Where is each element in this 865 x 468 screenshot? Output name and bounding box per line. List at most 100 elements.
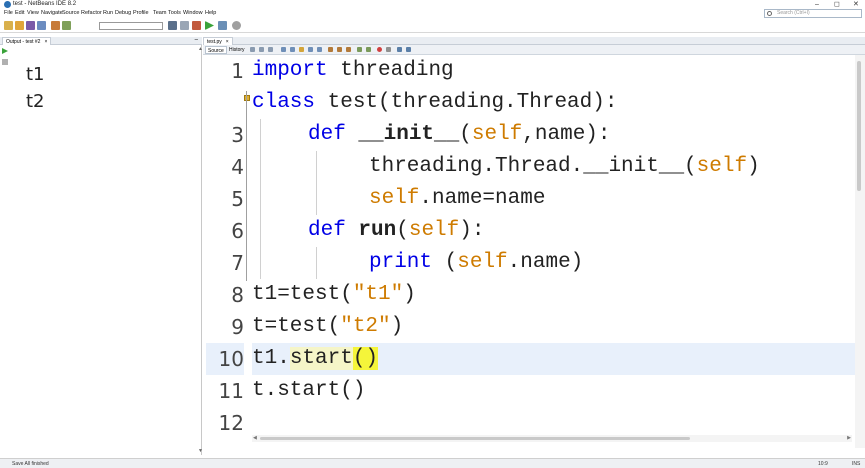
open-project-icon[interactable] (26, 21, 35, 30)
menu-bar: File Edit View Navigate Source Refactor … (0, 9, 865, 18)
comment-icon[interactable] (397, 47, 402, 52)
new-project-icon[interactable] (4, 21, 13, 30)
menu-team[interactable]: Team (153, 9, 166, 18)
minimize-panel-button[interactable]: – (195, 37, 198, 44)
maximize-button[interactable]: ◻ (834, 0, 840, 9)
back-icon[interactable] (259, 47, 264, 52)
run-icon[interactable] (205, 21, 214, 30)
scroll-thumb[interactable] (857, 61, 861, 191)
token-self: self (408, 219, 460, 242)
menu-source[interactable]: Source (62, 9, 79, 18)
rerun-icon[interactable] (2, 48, 8, 54)
code-line-4: threading.Thread.__init__(self) (369, 151, 855, 183)
token-self: self (696, 155, 748, 178)
menu-refactor[interactable]: Refactor (81, 9, 102, 18)
stop-macro-icon[interactable] (386, 47, 391, 52)
insert-mode: INS (852, 461, 861, 467)
close-button[interactable]: ✕ (853, 0, 859, 9)
output-scrollbar[interactable]: ▲ ▼ (198, 46, 203, 454)
scroll-thumb[interactable] (260, 437, 690, 440)
menu-view[interactable]: View (27, 9, 39, 18)
code-line-1: import threading (252, 55, 855, 87)
profile-icon[interactable] (232, 21, 241, 30)
menu-help[interactable]: Help (205, 9, 216, 18)
uncomment-icon[interactable] (406, 47, 411, 52)
editor-vertical-scrollbar[interactable] (855, 55, 865, 448)
stop-icon[interactable] (2, 59, 8, 65)
find-selection-icon[interactable] (308, 47, 313, 52)
close-icon[interactable]: × (44, 39, 47, 45)
redo-icon[interactable] (62, 21, 71, 30)
editor-horizontal-scrollbar[interactable]: ◀ ▶ (252, 435, 852, 442)
toggle-bookmark-icon[interactable] (346, 47, 351, 52)
menu-navigate[interactable]: Navigate (41, 9, 63, 18)
forward-icon[interactable] (268, 47, 273, 52)
last-edit-icon[interactable] (250, 47, 255, 52)
scroll-right-icon[interactable]: ▶ (847, 435, 851, 441)
menu-window[interactable]: Window (183, 9, 203, 18)
token-self: self (369, 187, 420, 210)
code-area[interactable]: import threading class test(threading.Th… (252, 55, 855, 448)
prev-bookmark-icon[interactable] (328, 47, 333, 52)
shift-right-icon[interactable] (366, 47, 371, 52)
configure-icon[interactable] (168, 21, 177, 30)
output-line: t2 (26, 91, 45, 112)
menu-debug[interactable]: Debug (115, 9, 131, 18)
netbeans-window: test - NetBeans IDE 8.2 – ◻ ✕ File Edit … (0, 0, 865, 468)
tab-test-py[interactable]: test.py × (203, 37, 233, 45)
token-keyword: def (308, 219, 346, 242)
shift-left-icon[interactable] (357, 47, 362, 52)
token-text: .name=name (419, 187, 546, 210)
line-number: 8 (231, 283, 244, 307)
minimize-button[interactable]: – (815, 0, 819, 9)
clean-build-icon[interactable] (192, 21, 201, 30)
warning-icon[interactable] (244, 95, 250, 101)
save-all-icon[interactable] (37, 21, 46, 30)
token-text: ,name): (522, 123, 611, 146)
new-file-icon[interactable] (15, 21, 24, 30)
token-method: start (289, 347, 353, 370)
token-text: t1. (252, 347, 290, 370)
token-text: test(threading.Thread): (315, 91, 618, 114)
undo-icon[interactable] (51, 21, 60, 30)
configuration-select[interactable] (99, 22, 163, 30)
tab-history[interactable]: History (227, 46, 247, 54)
code-line-9: t=test("t2") (252, 311, 855, 343)
build-icon[interactable] (180, 21, 189, 30)
token-string: "t2" (340, 315, 391, 338)
token-text: threading (327, 59, 454, 82)
menu-tools[interactable]: Tools (168, 9, 181, 18)
token-self: self (471, 123, 523, 146)
menu-file[interactable]: File (4, 9, 13, 18)
code-line-6: def run(self): (308, 215, 855, 247)
search-input[interactable]: Search (Ctrl+I) (764, 9, 862, 18)
tab-output[interactable]: Output - test #2 × (2, 37, 52, 45)
next-bookmark-icon[interactable] (337, 47, 342, 52)
status-bar: Save All finished 10:9 INS (0, 458, 865, 468)
output-tabbar: Output - test #2 × – (0, 37, 202, 45)
find-next-icon[interactable] (290, 47, 295, 52)
scroll-left-icon[interactable]: ◀ (253, 435, 257, 441)
token-text: ) (403, 283, 416, 306)
menu-edit[interactable]: Edit (15, 9, 24, 18)
menu-run[interactable]: Run (103, 9, 113, 18)
token-text: ( (396, 219, 409, 242)
menu-profile[interactable]: Profile (133, 9, 149, 18)
tab-source[interactable]: Source (205, 46, 227, 54)
window-title: test - NetBeans IDE 8.2 (13, 1, 77, 7)
fold-line (246, 91, 247, 281)
main-toolbar (0, 18, 865, 33)
status-message: Save All finished (12, 461, 49, 467)
token-text: t=test( (252, 315, 341, 338)
find-previous-icon[interactable] (281, 47, 286, 52)
debug-icon[interactable] (218, 21, 227, 30)
toggle-highlight-icon[interactable] (299, 47, 304, 52)
line-number-gutter: 1 3 4 5 6 7 8 9 10 11 12 (203, 55, 244, 448)
indent-guide (316, 247, 317, 279)
token-text: t.start() (252, 379, 366, 402)
start-macro-icon[interactable] (377, 47, 382, 52)
token-text: t1=test( (252, 283, 353, 306)
line-number: 12 (218, 411, 244, 433)
toggle-rect-select-icon[interactable] (317, 47, 322, 52)
code-line-2: class test(threading.Thread): (252, 87, 855, 119)
